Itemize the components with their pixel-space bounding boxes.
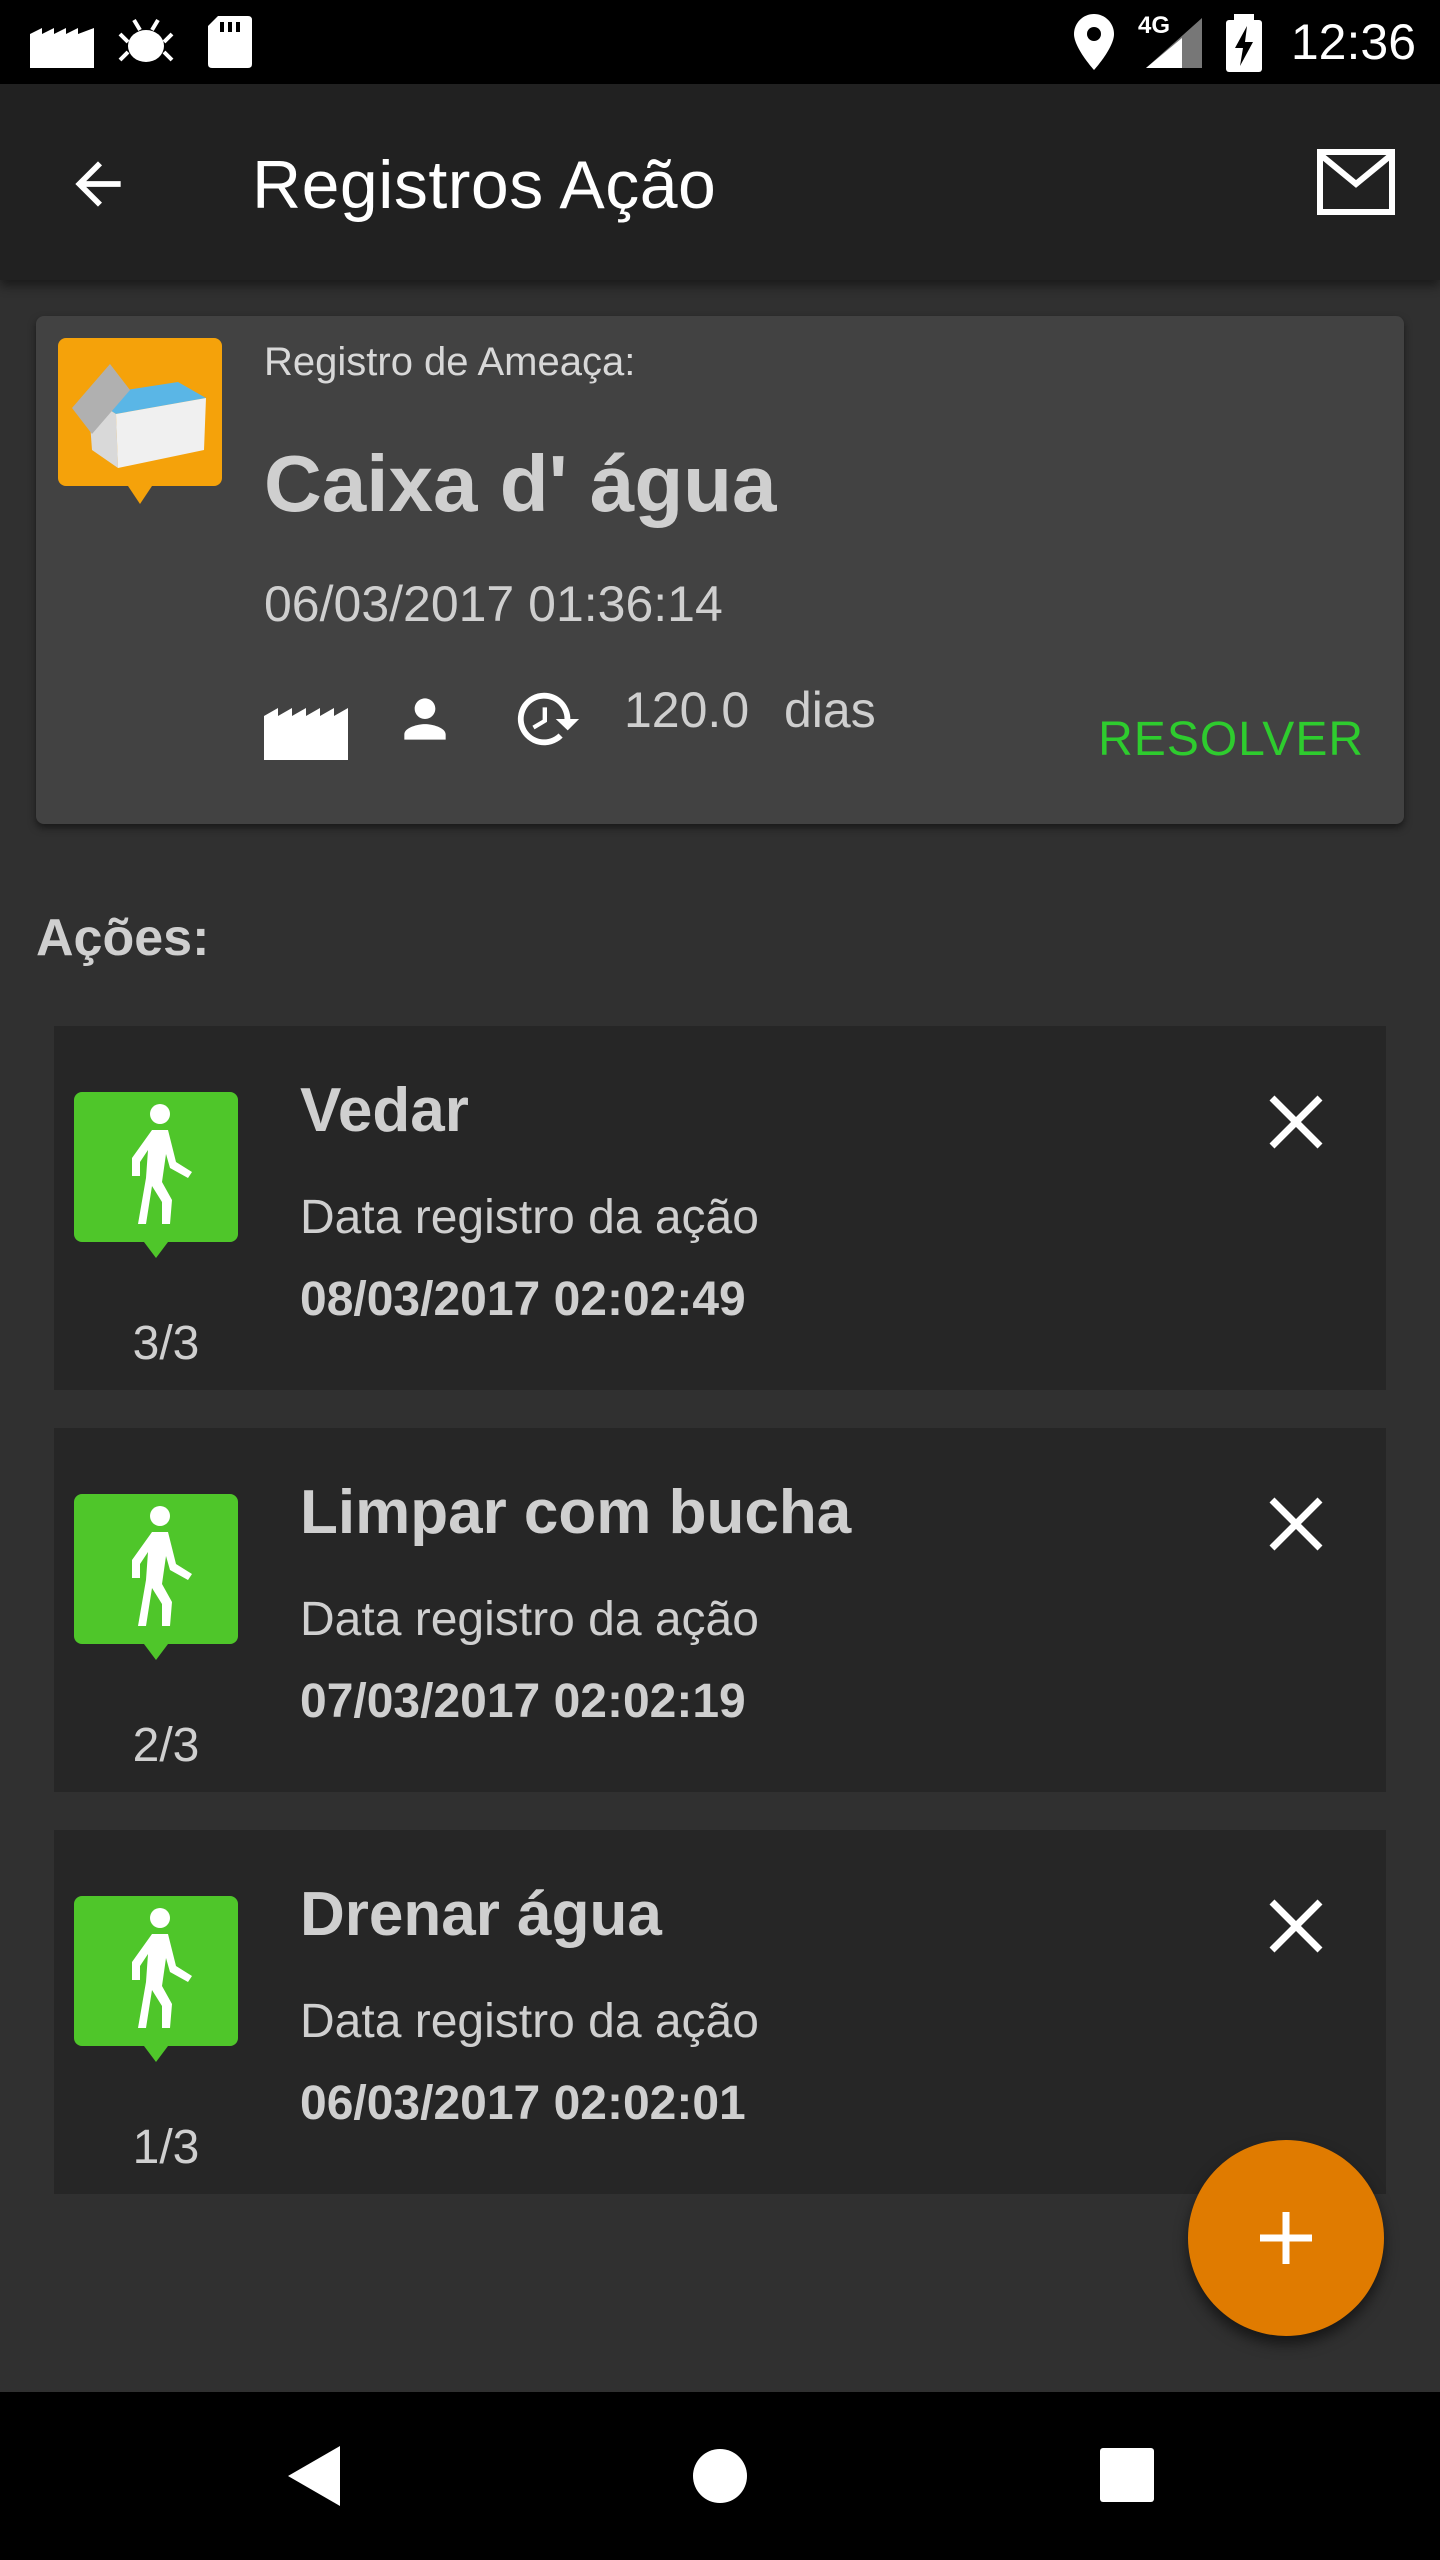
action-date-label: Data registro da ação [300,1593,759,1646]
action-count: 1/3 [132,2121,200,2174]
close-icon[interactable] [1256,1886,1336,1966]
action-date: 06/03/2017 02:02:01 [300,2077,746,2130]
resolve-button[interactable]: RESOLVER [1098,710,1364,770]
sd-card-icon [208,16,252,68]
action-date-label: Data registro da ação [300,1191,759,1244]
action-name: Vedar [300,1076,469,1145]
add-action-button[interactable] [1188,2140,1384,2336]
walking-person-icon [74,1494,238,1660]
app-bar: Registros Ação [0,84,1440,280]
battery-charging-icon [1226,14,1262,72]
walking-person-icon [74,1092,238,1258]
water-tank-icon [58,338,222,504]
arrow-back-icon[interactable] [64,150,132,218]
nav-recents-icon[interactable] [1100,2448,1154,2502]
signal-icon [1146,18,1202,68]
barcode-icon [264,708,348,760]
threat-name: Caixa d' água [264,439,777,528]
mail-icon[interactable] [1316,146,1396,218]
close-icon[interactable] [1256,1082,1336,1162]
action-card[interactable]: 1/3 Drenar água Data registro da ação 06… [54,1830,1386,2194]
history-icon [517,692,580,746]
page-title: Registros Ação [252,147,717,223]
status-bar: 4G 12:36 [0,0,1440,84]
plus-icon [1260,2212,1312,2264]
action-date: 08/03/2017 02:02:49 [300,1273,746,1326]
action-date-label: Data registro da ação [300,1995,759,2048]
days-unit: dias [784,682,876,738]
days-value: 120.0 [624,682,750,738]
close-icon[interactable] [1256,1484,1336,1564]
walking-person-icon [74,1896,238,2062]
nav-back-icon[interactable] [286,2444,342,2508]
action-count: 3/3 [132,1317,200,1370]
clock: 12:36 [1290,14,1416,70]
action-name: Drenar água [300,1880,662,1949]
threat-datetime: 06/03/2017 01:36:14 [264,576,723,632]
threat-label: Registro de Ameaça: [264,340,636,384]
bug-notification-icon [118,18,174,62]
action-card[interactable]: 3/3 Vedar Data registro da ação 08/03/20… [54,1026,1386,1390]
person-icon [404,698,446,740]
action-name: Limpar com bucha [300,1478,852,1547]
threat-card: Registro de Ameaça: Caixa d' água 06/03/… [36,316,1404,824]
actions-section-title: Ações: [36,909,210,967]
action-date: 07/03/2017 02:02:19 [300,1675,746,1728]
action-count: 2/3 [132,1719,200,1772]
location-icon [1074,14,1114,70]
barcode-notification-icon [30,28,94,68]
nav-home-icon[interactable] [692,2448,748,2504]
system-nav-bar [0,2392,1440,2560]
action-card[interactable]: 2/3 Limpar com bucha Data registro da aç… [54,1428,1386,1792]
